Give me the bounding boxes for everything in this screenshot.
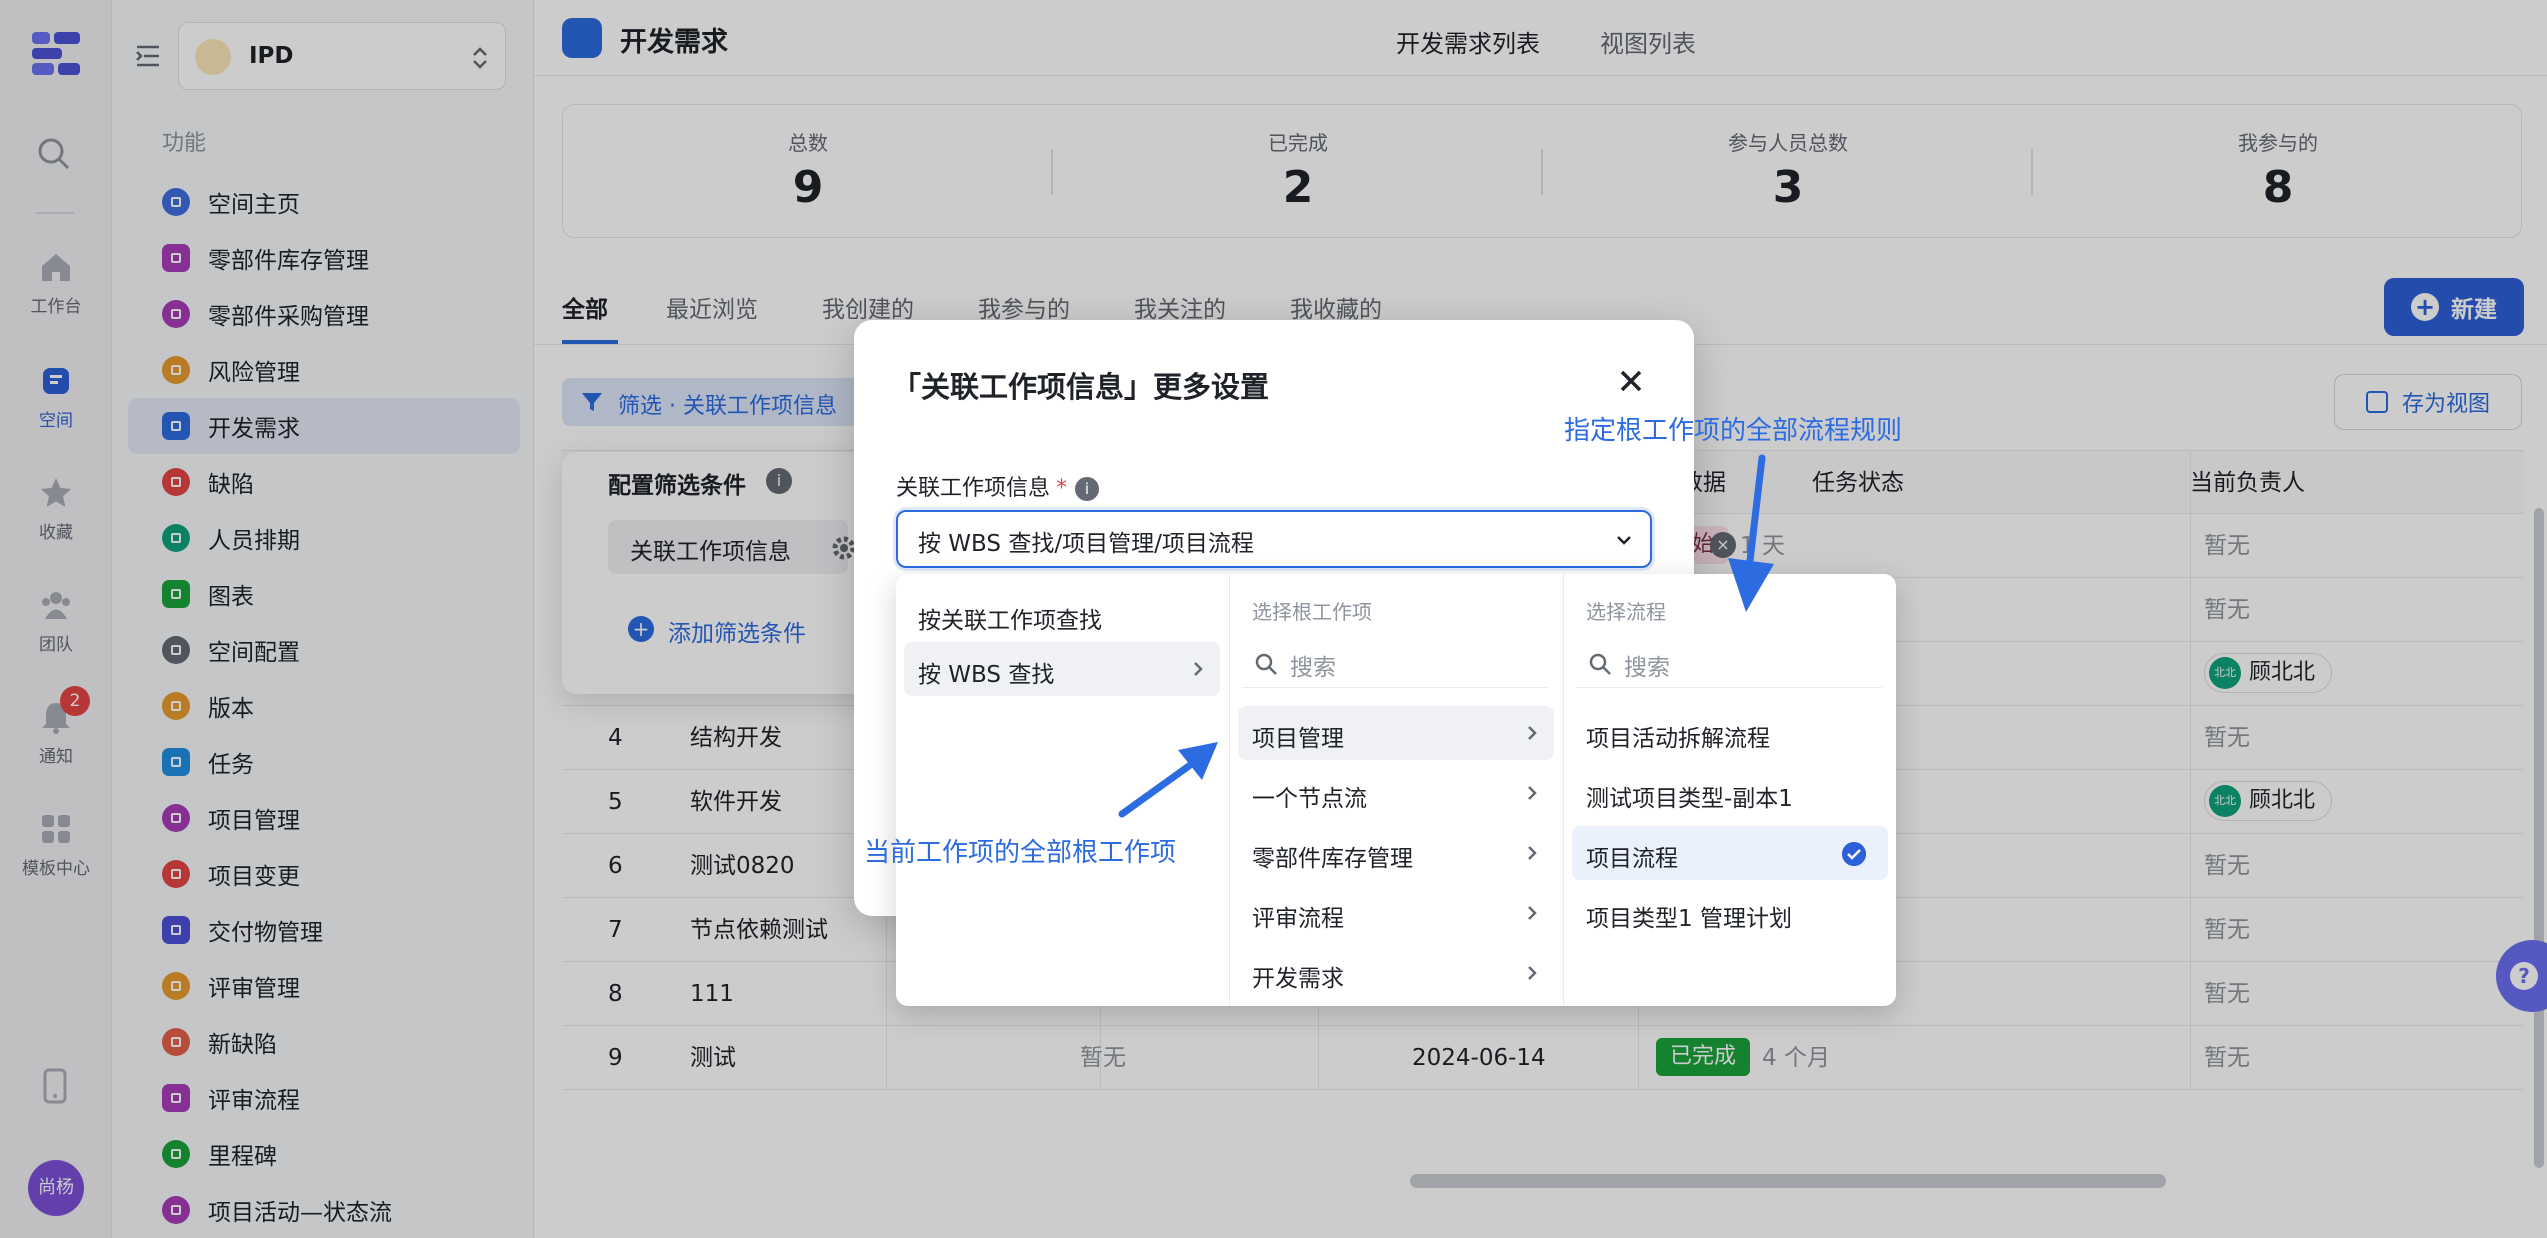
field-label-text: 关联工作项信息 xyxy=(896,476,1051,501)
root-item-label: 评审流程 xyxy=(1252,906,1344,932)
cascade-dropdown: 按关联工作项查找 按 WBS 查找 选择根工作项 搜索 项目管理一个节点流零部件… xyxy=(896,574,1896,1006)
root-item-label: 开发需求 xyxy=(1252,966,1344,992)
chevron-right-icon xyxy=(1528,966,1537,980)
select-value: 按 WBS 查找/项目管理/项目流程 xyxy=(918,531,1254,557)
cascade-column-root: 选择根工作项 搜索 项目管理一个节点流零部件库存管理 评审流程开发需求 xyxy=(1230,574,1564,1006)
root-item-label: 项目管理 xyxy=(1252,726,1344,752)
modal-title: 「关联工作项信息」更多设置 xyxy=(892,370,1270,404)
required-mark: * xyxy=(1056,476,1068,501)
search-placeholder: 搜索 xyxy=(1290,655,1336,681)
flow-option[interactable]: 项目类型1 管理计划 xyxy=(1572,886,1888,940)
flow-option[interactable]: 项目流程 xyxy=(1572,826,1888,880)
cascade-option[interactable]: 按 WBS 查找 xyxy=(904,642,1220,696)
cascade-column-flow: 选择流程 搜索 项目活动拆解流程 测试项目类型-副本1 项目流程项目类型1 管理计划 xyxy=(1564,574,1896,1006)
root-item-option[interactable]: 评审流程 xyxy=(1238,886,1554,940)
flow-option-label: 项目活动拆解流程 xyxy=(1586,726,1770,752)
related-item-select[interactable]: 按 WBS 查找/项目管理/项目流程 xyxy=(896,510,1652,568)
root-item-label: 一个节点流 xyxy=(1252,786,1367,812)
chevron-right-icon xyxy=(1528,846,1537,860)
cascade-column-header: 选择根工作项 xyxy=(1252,600,1372,624)
root-item-option[interactable]: 零部件库存管理 xyxy=(1238,826,1554,880)
flow-option-label: 项目类型1 管理计划 xyxy=(1586,906,1792,932)
chevron-right-icon xyxy=(1528,786,1537,800)
root-item-option[interactable]: 一个节点流 xyxy=(1238,766,1554,820)
flow-option[interactable]: 测试项目类型-副本1 xyxy=(1572,766,1888,820)
search-icon xyxy=(1589,653,1611,675)
chevron-right-icon xyxy=(1194,662,1203,676)
search-placeholder: 搜索 xyxy=(1624,655,1670,681)
root-item-option[interactable]: 项目管理 xyxy=(1238,706,1554,760)
root-item-label: 零部件库存管理 xyxy=(1252,846,1413,872)
flow-option-label: 项目流程 xyxy=(1586,846,1678,872)
flow-option-label: 测试项目类型-副本1 xyxy=(1586,786,1793,812)
annotation-flow-rules: 指定根工作项的全部流程规则 xyxy=(1564,416,1903,446)
cascade-column-header: 选择流程 xyxy=(1586,600,1666,624)
chevron-down-icon xyxy=(1617,536,1631,545)
chevron-right-icon xyxy=(1528,726,1537,740)
annotation-arrow-icon xyxy=(1118,742,1218,818)
cascade-option-label: 按 WBS 查找 xyxy=(918,662,1055,688)
root-item-option[interactable]: 开发需求 xyxy=(1238,946,1554,1000)
annotation-root-items: 当前工作项的全部根工作项 xyxy=(864,838,1177,868)
check-icon xyxy=(1842,842,1866,866)
cascade-option[interactable]: 按关联工作项查找 xyxy=(904,588,1220,642)
search-icon xyxy=(1255,653,1277,675)
close-icon[interactable] xyxy=(1614,364,1648,398)
field-label: 关联工作项信息 * i xyxy=(896,470,1100,502)
root-search-input[interactable]: 搜索 xyxy=(1242,640,1548,688)
flow-option[interactable]: 项目活动拆解流程 xyxy=(1572,706,1888,760)
annotation-arrow-icon xyxy=(1728,454,1774,612)
flow-search-input[interactable]: 搜索 xyxy=(1576,640,1882,688)
chevron-right-icon xyxy=(1528,906,1537,920)
info-icon: i xyxy=(1075,477,1100,501)
